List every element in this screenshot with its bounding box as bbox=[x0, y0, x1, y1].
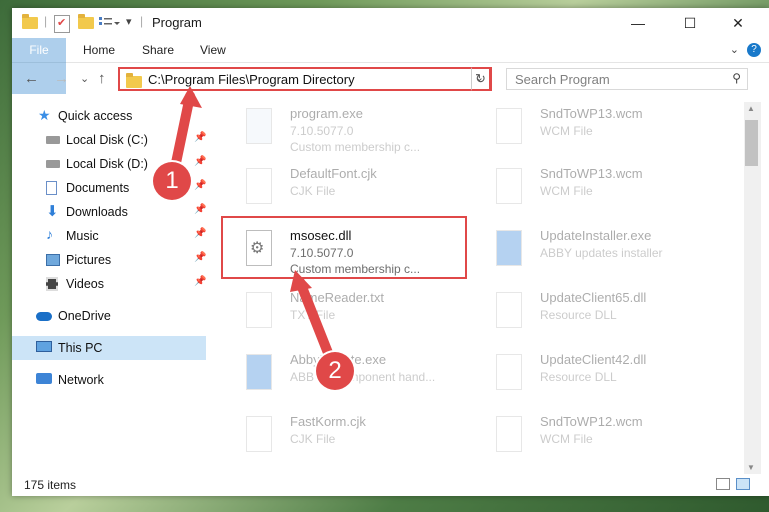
callout-step-2: 2 bbox=[316, 352, 354, 390]
callout-step-1: 1 bbox=[153, 162, 191, 200]
annotation-arrows bbox=[167, 86, 339, 373]
arrow-2-head bbox=[290, 270, 312, 292]
